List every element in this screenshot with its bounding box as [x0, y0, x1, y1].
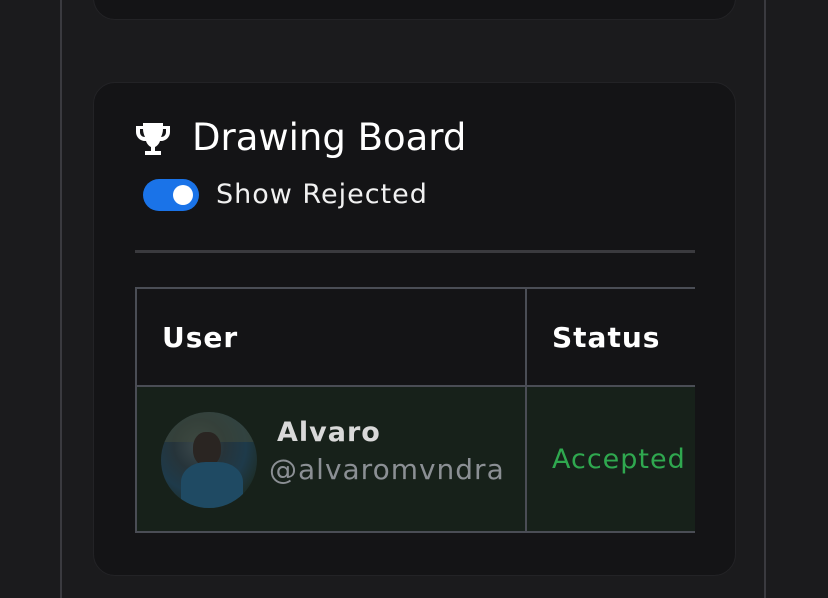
- status-text: Accepted: [552, 443, 686, 475]
- table-row[interactable]: Alvaro @alvaromvndra Accepted: [135, 385, 695, 533]
- user-name: Alvaro: [277, 417, 381, 448]
- table-header-row: User Status: [135, 287, 695, 387]
- column-header-status: Status: [525, 287, 695, 387]
- table-container[interactable]: User Status Alvaro @alvaromvndra Accepte…: [135, 287, 695, 535]
- avatar[interactable]: [161, 412, 257, 508]
- user-cell: Alvaro @alvaromvndra: [135, 385, 527, 533]
- submissions-table: User Status Alvaro @alvaromvndra Accepte…: [135, 287, 695, 533]
- user-handle: @alvaromvndra: [269, 453, 505, 486]
- trophy-icon: [136, 123, 170, 155]
- drawing-board-card: Drawing Board Show Rejected User Status: [93, 82, 736, 576]
- divider: [135, 250, 695, 253]
- column-header-user: User: [135, 287, 527, 387]
- toggle-label: Show Rejected: [216, 179, 428, 210]
- card-title: Drawing Board: [192, 116, 467, 159]
- previous-card: [93, 0, 736, 20]
- toggle-knob: [173, 185, 193, 205]
- status-cell: Accepted: [525, 385, 695, 533]
- show-rejected-toggle[interactable]: [143, 179, 199, 211]
